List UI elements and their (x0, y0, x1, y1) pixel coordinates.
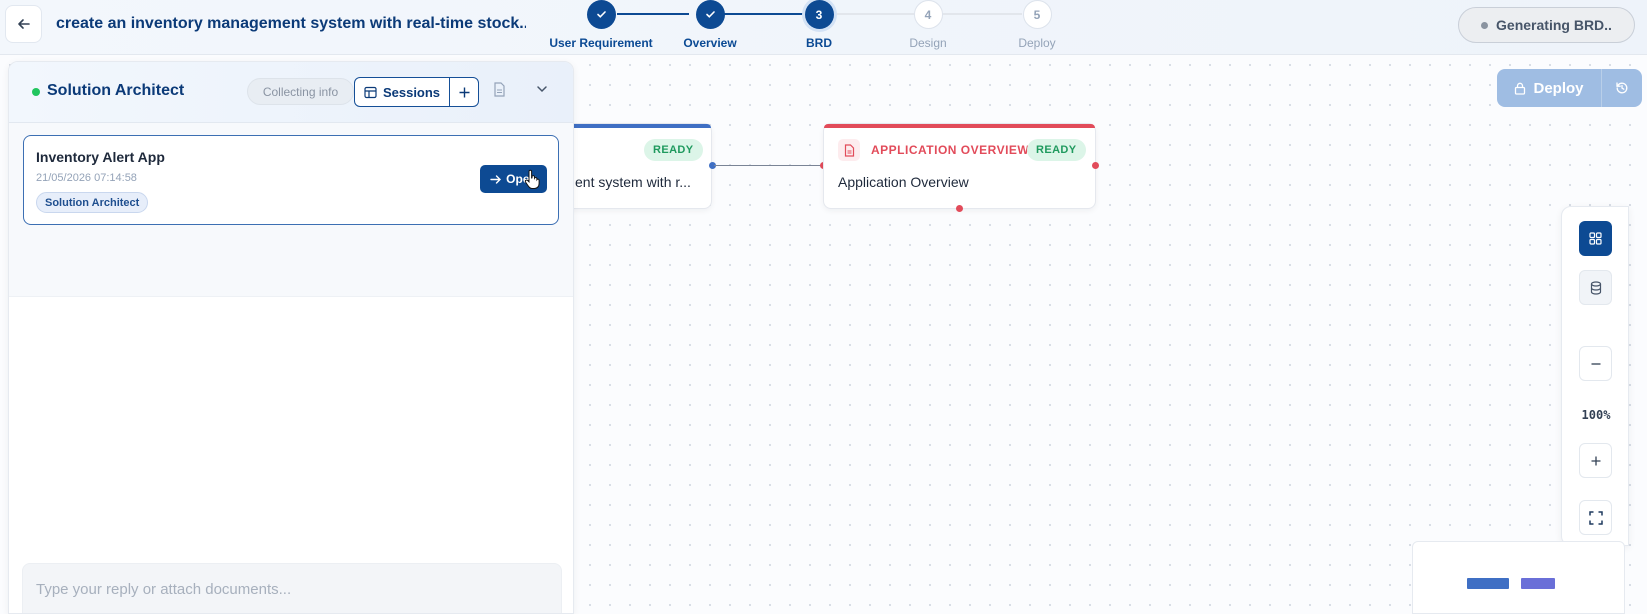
user-requirement-node[interactable]: READY ent system with r... (560, 123, 712, 209)
collecting-status-pill: Collecting info (247, 78, 354, 105)
minus-icon (1591, 362, 1600, 365)
step-label: Design (909, 36, 947, 50)
step-label: Overview (683, 36, 737, 50)
status-text: Generating BRD.. (1496, 17, 1612, 33)
session-role-tag: Solution Architect (36, 192, 149, 213)
file-icon (494, 82, 505, 97)
collapse-button[interactable] (535, 82, 553, 100)
step-label: BRD (806, 36, 832, 50)
zoom-out-button[interactable] (1579, 346, 1612, 381)
plus-icon (459, 87, 469, 97)
panel-header: Solution Architect Collecting info Sessi… (9, 62, 573, 123)
check-icon (586, 0, 616, 29)
node-accent-bar (824, 124, 1095, 128)
output-handle[interactable] (1092, 162, 1099, 169)
page-title: create an inventory management system wi… (56, 15, 526, 32)
check-icon (695, 0, 725, 29)
flow-edge (714, 165, 823, 166)
step-number: 5 (1022, 0, 1052, 29)
step-number: 3 (804, 0, 834, 29)
hand-cursor-icon (524, 169, 540, 189)
node-text: ent system with r... (575, 174, 691, 190)
sessions-button-group: Sessions (354, 77, 479, 107)
chevron-down-icon (537, 86, 547, 93)
deploy-button[interactable]: Deploy (1497, 69, 1602, 107)
session-card[interactable]: Inventory Alert App 21/05/2026 07:14:58 … (23, 135, 559, 225)
sessions-list: Inventory Alert App 21/05/2026 07:14:58 … (9, 123, 573, 297)
step-deploy[interactable]: 5 Deploy (1007, 0, 1067, 50)
minimap-node (1521, 578, 1555, 589)
grid-icon (1589, 232, 1602, 245)
documents-button[interactable] (493, 82, 511, 100)
top-header: create an inventory management system wi… (0, 0, 1647, 55)
history-button[interactable] (1602, 69, 1642, 107)
zoom-in-button[interactable] (1579, 443, 1612, 478)
status-dot-icon (1481, 21, 1489, 29)
grid-view-button[interactable] (1579, 221, 1612, 256)
panel-title: Solution Architect (47, 82, 185, 99)
step-label: User Requirement (549, 36, 653, 50)
database-icon (1590, 280, 1601, 295)
fullscreen-icon (1588, 510, 1603, 525)
ready-badge: READY (644, 139, 703, 161)
back-button[interactable] (5, 5, 42, 43)
fit-view-button[interactable] (1579, 500, 1612, 535)
arrow-left-icon (17, 19, 30, 29)
node-text: Application Overview (838, 174, 969, 190)
step-brd[interactable]: 3 BRD (790, 0, 848, 50)
bottom-handle[interactable] (956, 205, 963, 212)
deploy-button-group: Deploy (1497, 69, 1642, 107)
arrow-right-icon (490, 174, 502, 184)
sessions-label: Sessions (382, 84, 441, 100)
step-user-requirement[interactable]: User Requirement (545, 0, 657, 50)
new-session-button[interactable] (450, 78, 478, 106)
session-timestamp: 21/05/2026 07:14:58 (36, 172, 137, 184)
reply-box (22, 563, 562, 613)
chat-panel: Solution Architect Collecting info Sessi… (8, 61, 574, 614)
minimap[interactable] (1412, 541, 1625, 614)
reply-input[interactable] (23, 564, 561, 613)
sessions-button[interactable]: Sessions (355, 78, 450, 106)
layout-icon (364, 86, 377, 98)
history-icon (1616, 82, 1628, 94)
node-title: APPLICATION OVERVIEW (871, 143, 1030, 157)
minimap-node (1467, 578, 1509, 589)
deploy-label: Deploy (1533, 79, 1584, 97)
step-overview[interactable]: Overview (670, 0, 750, 50)
application-overview-node[interactable]: APPLICATION OVERVIEW READY Application O… (823, 123, 1096, 209)
lock-icon (1515, 82, 1526, 95)
step-design[interactable]: 4 Design (898, 0, 958, 50)
step-label: Deploy (1018, 36, 1056, 50)
zoom-level: 100% (1581, 408, 1611, 422)
document-icon (838, 139, 860, 161)
plus-icon (1591, 456, 1600, 465)
database-view-button[interactable] (1579, 270, 1612, 305)
online-status-icon (32, 88, 40, 96)
step-number: 4 (913, 0, 943, 29)
canvas-toolbar: 100% (1561, 206, 1629, 546)
ready-badge: READY (1027, 139, 1086, 161)
session-name: Inventory Alert App (36, 149, 165, 165)
node-accent-bar (561, 124, 711, 128)
generating-status-badge: Generating BRD.. (1458, 7, 1635, 43)
